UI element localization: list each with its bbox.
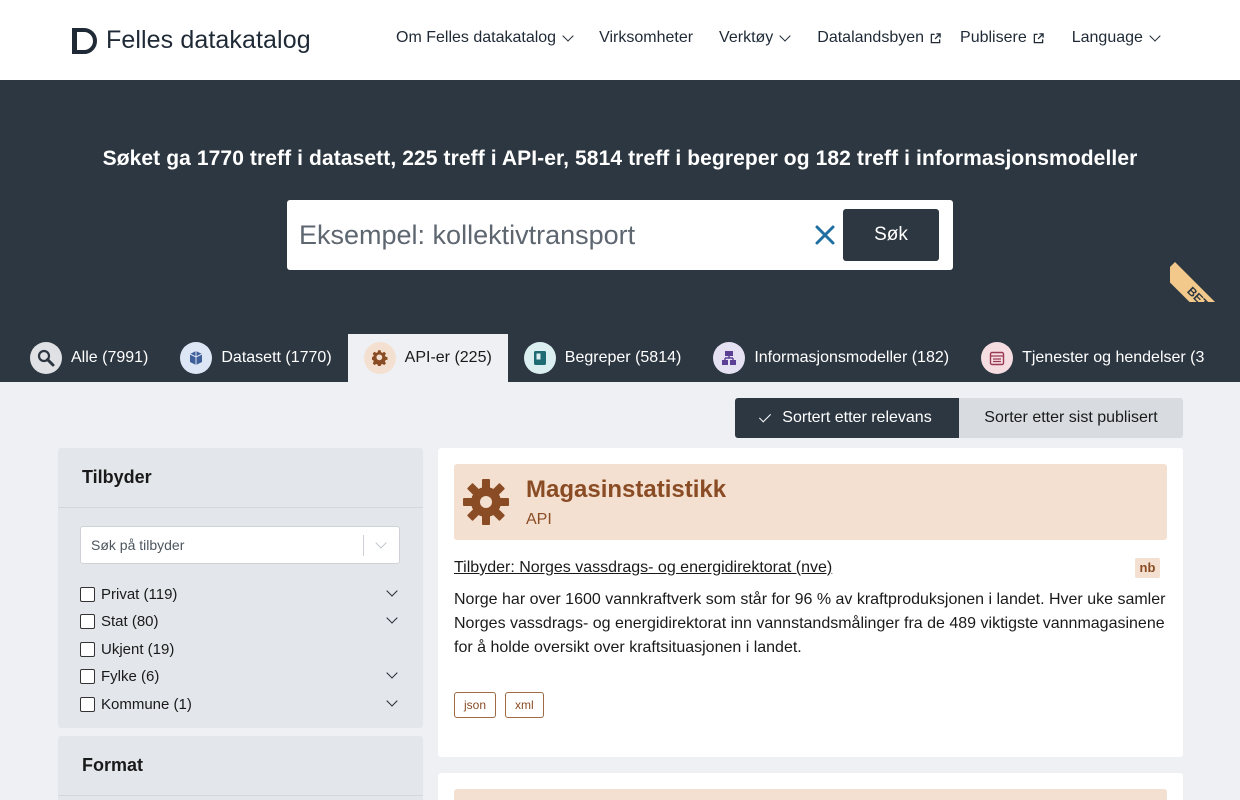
beta-ribbon: BETA [1170,254,1226,302]
chevron-down-icon[interactable] [386,667,398,679]
nav-verktoy[interactable]: Verktøy [719,29,791,47]
check-icon [759,409,772,423]
result-type: API [526,511,552,528]
filter-provider-panel: Tilbyder Søk på tilbyder Privat (119) St… [58,448,423,728]
external-link-icon [1033,32,1044,43]
filter-format-title[interactable]: Format [58,736,423,796]
sort-label: Sortert etter relevans [782,409,932,426]
chevron-down-icon[interactable] [386,695,398,707]
nav-label: Verktøy [719,29,774,46]
filter-checkbox[interactable] [80,696,95,712]
tab-label: Datasett (1770) [221,349,332,366]
result-card-header: Magasinstatistikk API [454,464,1167,540]
chevron-down-icon[interactable] [386,612,398,624]
filter-option: Stat (80) [80,611,400,631]
filter-checkbox[interactable] [80,641,95,657]
tab-datasett[interactable]: Datasett (1770) [164,334,347,382]
filter-option: Kommune (1) [80,694,400,714]
result-title[interactable]: Magasinstatistikk [526,476,726,504]
tab-informasjonsmodeller[interactable]: Informasjonsmodeller (182) [697,334,965,382]
search-button[interactable]: Søk [843,209,939,261]
chevron-down-icon [779,30,791,42]
filter-provider-title: Tilbyder [58,448,423,508]
provider-search-placeholder: Søk på tilbyder [91,537,185,553]
nav-label: Virksomheter [599,29,694,46]
filter-option-label: Ukjent (19) [101,640,175,658]
tab-alle[interactable]: Alle (7991) [14,334,164,382]
book-icon [523,342,556,374]
filter-checkbox[interactable] [80,668,95,684]
tab-tjenester-og-hendelser[interactable]: Tjenester og hendelser (3 [965,334,1220,382]
select-separator [363,535,364,556]
nav-publisere[interactable]: Publisere [960,29,1044,47]
diagram-icon [713,342,746,374]
tab-label: Begreper (5814) [564,349,682,366]
filter-option-label: Fylke (6) [101,667,160,685]
external-link-icon [930,32,941,43]
chevron-down-icon[interactable] [375,537,387,549]
filter-option-label: Kommune (1) [101,695,192,713]
chevron-down-icon [1149,30,1161,42]
tab-label: Informasjonsmodeller (182) [754,349,950,366]
main-nav: Om Felles datakatalog Virksomheter Verkt… [396,29,1161,47]
filter-checkbox[interactable] [80,613,95,629]
filter-option: Ukjent (19) [80,639,400,659]
beta-label: BETA [1170,262,1226,302]
search-box: Søk [287,200,953,270]
format-tag: xml [505,692,544,718]
sort-by-published-button[interactable]: Sorter etter sist publisert [959,398,1183,438]
filter-option-label: Stat (80) [101,612,159,630]
filter-checkbox[interactable] [80,586,95,602]
filter-option: Privat (119) [80,584,400,604]
tab-api-er[interactable]: API-er (225) [347,334,508,382]
nav-label: Language [1071,29,1143,46]
search-hero: Søket ga 1770 treff i datasett, 225 tref… [0,80,1240,382]
nav-language[interactable]: Language [1071,29,1161,47]
tab-label: API-er (225) [404,349,492,366]
result-card[interactable] [438,773,1183,800]
site-header: Felles datakatalog Om Felles datakatalog… [0,0,1240,80]
filter-option: Fylke (6) [80,666,400,686]
language-badge: nb [1135,558,1160,578]
close-icon[interactable] [813,222,837,248]
logo-text: Felles datakatalog [106,26,311,54]
nav-om-felles-datakatalog[interactable]: Om Felles datakatalog [396,29,574,47]
filter-format-panel: Format [58,736,423,800]
gear-icon [363,342,396,374]
provider-search-select[interactable]: Søk på tilbyder [80,526,400,564]
filter-option-label: Privat (119) [101,585,178,603]
search-icon [30,342,62,374]
tab-label: Tjenester og hendelser (3 [1022,349,1205,366]
nav-virksomheter[interactable]: Virksomheter [599,29,693,47]
chevron-down-icon [562,30,574,42]
cube-icon [180,342,213,374]
result-card-header [454,789,1167,800]
calendar-icon [981,342,1014,374]
result-tabs: Alle (7991) Datasett (1770) API-er (225)… [14,334,1220,382]
nav-datalandsbyen[interactable]: Datalandsbyen [817,29,941,47]
logo-d-icon [72,27,97,54]
result-provider-link[interactable]: Tilbyder: Norges vassdrags- og energidir… [454,559,832,577]
result-description: Norge har over 1600 vannkraftverk som st… [454,591,1166,656]
format-tag: json [454,692,497,718]
sort-toggle: Sortert etter relevans Sorter etter sist… [735,398,1183,438]
tab-begreper[interactable]: Begreper (5814) [508,334,698,382]
nav-label: Datalandsbyen [817,29,925,46]
gear-icon [463,479,509,525]
nav-label: Om Felles datakatalog [396,29,557,46]
site-logo[interactable]: Felles datakatalog [72,26,311,55]
sort-by-relevance-button[interactable]: Sortert etter relevans [735,398,959,438]
chevron-down-icon[interactable] [386,585,398,597]
search-summary: Søket ga 1770 treff i datasett, 225 tref… [102,147,1138,170]
result-card[interactable]: Magasinstatistikk API Tilbyder: Norges v… [438,448,1183,757]
tab-label: Alle (7991) [71,349,149,366]
search-input[interactable] [299,214,799,256]
nav-label: Publisere [960,29,1027,46]
